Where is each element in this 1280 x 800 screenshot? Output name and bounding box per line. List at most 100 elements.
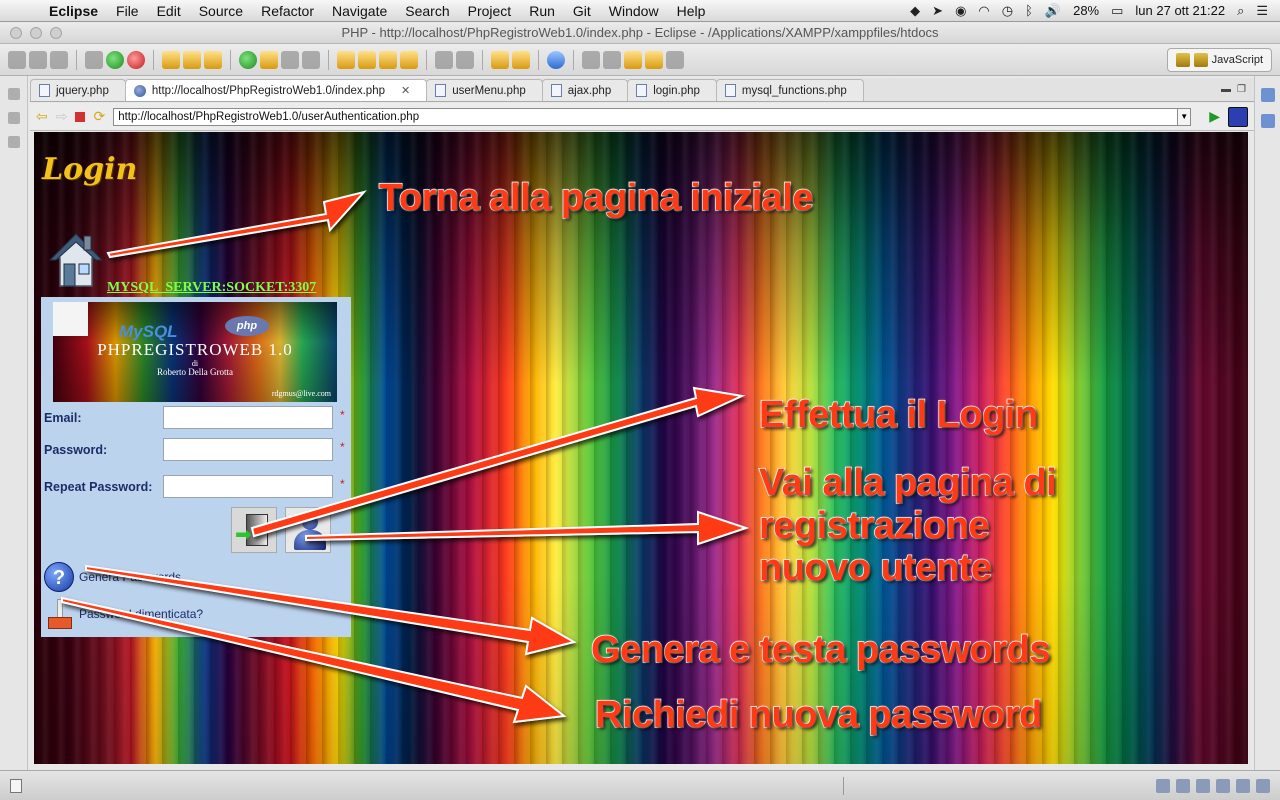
home-icon[interactable]: [48, 228, 104, 290]
minimize-editor-icon[interactable]: ▬: [1221, 84, 1231, 95]
new-php-project-icon[interactable]: [239, 50, 257, 69]
new-class-icon[interactable]: [281, 50, 299, 69]
last-edit-icon[interactable]: [624, 50, 642, 69]
perspective-switcher[interactable]: JavaScript: [1166, 47, 1272, 72]
go-icon[interactable]: ▶: [1209, 108, 1220, 125]
open-folder-icon[interactable]: [337, 50, 355, 69]
location-icon[interactable]: ➤: [932, 3, 943, 19]
open-task-icon[interactable]: [400, 50, 418, 69]
notification-list-icon[interactable]: ☰: [1256, 3, 1268, 19]
register-button[interactable]: [285, 507, 331, 553]
menu-app-name[interactable]: Eclipse: [40, 3, 107, 19]
menu-git[interactable]: Git: [564, 3, 600, 19]
external-tools-icon[interactable]: [127, 50, 145, 69]
internal-browser-icon[interactable]: [547, 50, 565, 69]
open-resource-icon[interactable]: [512, 50, 530, 69]
url-input[interactable]: [113, 107, 1179, 126]
menubar-status-area: ◆ ➤ ◉ ◠ ◷ ᛒ 🔊 28% ▭ lun 27 ott 21:22 ⌕ ☰: [910, 3, 1280, 19]
open-perspective-icon[interactable]: [1175, 52, 1190, 67]
browser-menu-icon[interactable]: [1228, 106, 1248, 127]
refresh-icon[interactable]: ⟳: [93, 108, 105, 125]
restore-icon[interactable]: [1156, 778, 1170, 793]
repeat-password-field[interactable]: [163, 475, 333, 498]
save-icon[interactable]: [29, 50, 47, 69]
menu-navigate[interactable]: Navigate: [323, 3, 396, 19]
search-icon[interactable]: [379, 50, 397, 69]
menu-window[interactable]: Window: [600, 3, 668, 19]
bookmarks-icon[interactable]: [1236, 778, 1250, 793]
tab-ajax[interactable]: ajax.php: [541, 79, 629, 101]
new-interface-icon[interactable]: [302, 50, 320, 69]
email-field[interactable]: [163, 406, 333, 429]
tab-mysql-functions[interactable]: mysql_functions.php: [715, 79, 864, 101]
console-icon[interactable]: [1216, 778, 1230, 793]
sync-icon[interactable]: ◉: [955, 3, 966, 19]
tab-web-browser[interactable]: http://localhost/PhpRegistroWeb1.0/index…: [124, 79, 428, 101]
publish-icon[interactable]: [183, 50, 201, 69]
run-icon[interactable]: [106, 50, 124, 69]
volume-icon[interactable]: 🔊: [1045, 3, 1061, 19]
wifi-icon[interactable]: ◠: [978, 3, 989, 19]
menu-file[interactable]: File: [107, 3, 148, 19]
banner-author: Roberto Della Grotta: [157, 367, 233, 377]
toggle-mark-icon[interactable]: [456, 50, 474, 69]
build-icon[interactable]: [162, 50, 180, 69]
open-type-icon[interactable]: [358, 50, 376, 69]
url-history-dropdown[interactable]: ▼: [1177, 107, 1192, 126]
dropbox-icon[interactable]: ◆: [910, 3, 920, 19]
menu-search[interactable]: Search: [396, 3, 458, 19]
tab-jquery[interactable]: jquery.php: [30, 79, 126, 101]
back-icon[interactable]: [645, 50, 663, 69]
deploy-icon[interactable]: [204, 50, 222, 69]
new-icon[interactable]: [8, 50, 26, 69]
fast-view-icon[interactable]: [10, 778, 22, 793]
mysql-server-link[interactable]: MYSQL_SERVER:SOCKET:3307: [107, 280, 316, 296]
maximize-editor-icon[interactable]: ❐: [1237, 84, 1246, 95]
print-icon[interactable]: [50, 50, 68, 69]
restore-view-icon[interactable]: [8, 88, 20, 100]
close-window-button[interactable]: [10, 27, 22, 39]
annotation-icon[interactable]: [435, 50, 453, 69]
menu-run[interactable]: Run: [520, 3, 564, 19]
menu-help[interactable]: Help: [668, 3, 715, 19]
spotlight-search-icon[interactable]: ⌕: [1237, 3, 1244, 19]
stop-icon[interactable]: [75, 111, 86, 122]
menu-project[interactable]: Project: [459, 3, 521, 19]
close-tab-icon[interactable]: ✕: [401, 84, 410, 97]
restore-view-icon[interactable]: [1261, 88, 1275, 102]
project-explorer-icon[interactable]: [8, 112, 20, 124]
reset-bar-icon: [57, 599, 63, 619]
bluetooth-icon[interactable]: ᛒ: [1025, 3, 1033, 18]
back-arrow-icon[interactable]: ⇦: [36, 108, 48, 125]
previous-annotation-icon[interactable]: [603, 50, 621, 69]
forward-icon[interactable]: [666, 50, 684, 69]
debug-icon[interactable]: [85, 50, 103, 69]
time-machine-icon[interactable]: ◷: [1002, 3, 1013, 19]
tab-usermenu[interactable]: userMenu.php: [426, 79, 543, 101]
menu-edit[interactable]: Edit: [148, 3, 190, 19]
zoom-window-button[interactable]: [50, 27, 62, 39]
generate-passwords-link[interactable]: Genera Passwords: [79, 570, 181, 584]
menu-source[interactable]: Source: [190, 3, 252, 19]
php-file-icon: [550, 84, 562, 97]
clock[interactable]: lun 27 ott 21:22: [1135, 3, 1225, 18]
outline-icon[interactable]: [1261, 114, 1275, 128]
type-hierarchy-icon[interactable]: [8, 136, 20, 148]
battery-percent[interactable]: 28%: [1073, 3, 1099, 18]
tasks-icon[interactable]: [1196, 778, 1210, 793]
editor-area-controls: ▬ ❐: [1221, 84, 1254, 101]
next-annotation-icon[interactable]: [582, 50, 600, 69]
problems-icon[interactable]: [1176, 778, 1190, 793]
open-file-icon[interactable]: [491, 50, 509, 69]
password-reset-icon[interactable]: [46, 599, 74, 631]
help-icon[interactable]: ?: [44, 562, 74, 592]
forward-arrow-icon[interactable]: ⇨: [56, 108, 68, 125]
new-php-file-icon[interactable]: [260, 50, 278, 69]
login-button[interactable]: ➡: [231, 507, 277, 553]
menu-refactor[interactable]: Refactor: [252, 3, 323, 19]
password-field[interactable]: [163, 438, 333, 461]
forgot-password-link[interactable]: Password dimenticata?: [79, 607, 203, 621]
minimize-window-button[interactable]: [30, 27, 42, 39]
tab-login[interactable]: login.php: [627, 79, 717, 101]
progress-icon[interactable]: [1256, 778, 1270, 793]
